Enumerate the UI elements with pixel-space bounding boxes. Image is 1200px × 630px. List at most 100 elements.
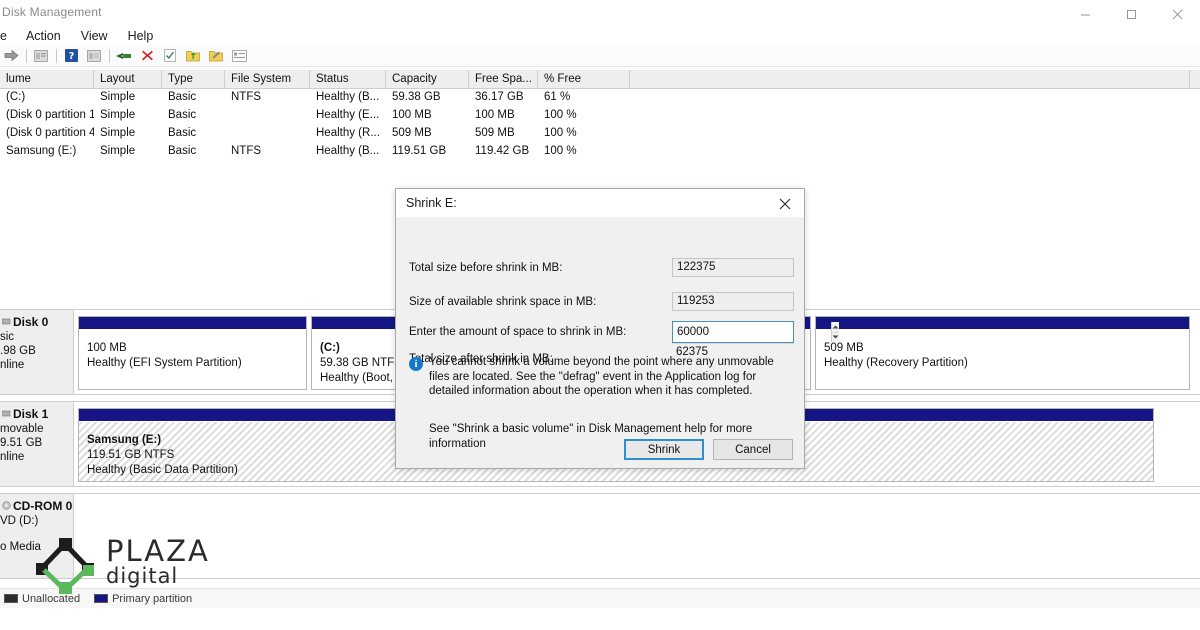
toolbar: ? bbox=[0, 45, 1200, 67]
column-header-layout[interactable]: Layout bbox=[94, 70, 162, 89]
forward-arrow-icon[interactable] bbox=[0, 46, 22, 66]
connect-icon[interactable] bbox=[113, 46, 135, 66]
value-available-shrink-space: 119253 bbox=[672, 292, 794, 311]
partition-bar bbox=[79, 317, 306, 330]
stepper-down-icon[interactable] bbox=[832, 333, 839, 343]
partition-text-recovery: 509 MB Healthy (Recovery Partition) bbox=[816, 330, 1189, 371]
dialog-close-icon[interactable] bbox=[766, 189, 804, 218]
cell-volume: Samsung (E:) bbox=[6, 145, 77, 157]
cell-file-system bbox=[225, 125, 310, 143]
properties-icon[interactable] bbox=[83, 46, 105, 66]
cell-free-space: 509 MB bbox=[475, 127, 515, 139]
menu-help[interactable]: Help bbox=[118, 26, 164, 46]
separator bbox=[26, 48, 27, 63]
column-header-type[interactable]: Type bbox=[162, 70, 225, 89]
minimize-button[interactable] bbox=[1062, 0, 1108, 28]
menu-view[interactable]: View bbox=[71, 26, 118, 46]
column-header-spacer bbox=[630, 70, 1190, 89]
column-header-free-space[interactable]: Free Spa... bbox=[469, 70, 538, 89]
export-folder-icon[interactable] bbox=[205, 46, 227, 66]
field-available-shrink-space: Size of available shrink space in MB: 11… bbox=[396, 292, 806, 314]
table-row[interactable]: (Disk 0 partition 1) Simple Basic Health… bbox=[0, 107, 1200, 125]
partition-bar bbox=[816, 317, 1189, 330]
partition-size-efi: 100 MB bbox=[87, 342, 127, 354]
cell-percent-free: 100 % bbox=[544, 127, 577, 139]
label-shrink-amount: Enter the amount of space to shrink in M… bbox=[409, 326, 627, 338]
stepper-up-icon[interactable] bbox=[832, 322, 839, 333]
disk-label-1: Disk 1 bbox=[0, 407, 73, 421]
cell-free-space: 100 MB bbox=[475, 109, 515, 121]
menu-file[interactable]: e bbox=[0, 26, 16, 46]
window-titlebar: Disk Management bbox=[0, 0, 1200, 28]
partition-size-recovery: 509 MB bbox=[824, 342, 864, 354]
separator bbox=[109, 48, 110, 63]
shrink-button[interactable]: Shrink bbox=[624, 439, 704, 460]
disk-icon bbox=[1, 315, 11, 329]
cell-status: Healthy (B... bbox=[316, 145, 380, 157]
cell-percent-free: 100 % bbox=[544, 145, 577, 157]
volume-list-rows: (C:) Simple Basic NTFS Healthy (B... 59.… bbox=[0, 89, 1200, 161]
maximize-button[interactable] bbox=[1108, 0, 1154, 28]
field-shrink-amount: Enter the amount of space to shrink in M… bbox=[396, 321, 839, 344]
field-total-size-before: Total size before shrink in MB: 122375 bbox=[396, 258, 806, 280]
cell-capacity: 509 MB bbox=[392, 127, 432, 139]
cell-status: Healthy (E... bbox=[316, 109, 380, 121]
help-icon[interactable]: ? bbox=[60, 46, 82, 66]
close-button[interactable] bbox=[1154, 0, 1200, 28]
cancel-button[interactable]: Cancel bbox=[713, 439, 793, 460]
cell-capacity: 59.38 GB bbox=[392, 91, 441, 103]
cell-percent-free: 61 % bbox=[544, 91, 571, 103]
cd-rom-icon bbox=[2, 499, 11, 513]
partition-efi[interactable]: 100 MB Healthy (EFI System Partition) bbox=[78, 316, 307, 390]
disk-label-cdrom: CD-ROM 0 bbox=[0, 499, 73, 513]
watermark-logo: PLAZA digital bbox=[32, 532, 242, 602]
partition-recovery[interactable]: 509 MB Healthy (Recovery Partition) bbox=[815, 316, 1190, 390]
checklist-icon[interactable] bbox=[159, 46, 181, 66]
cell-layout: Simple bbox=[100, 91, 136, 103]
dialog-info-text: You cannot shrink a volume beyond the po… bbox=[429, 356, 774, 397]
separator bbox=[56, 48, 57, 63]
disk-state-1: nline bbox=[0, 451, 25, 463]
disk-icon bbox=[1, 407, 11, 421]
partition-area-cdrom bbox=[74, 494, 1200, 578]
shrink-volume-dialog: Shrink E: Total size before shrink in MB… bbox=[395, 188, 839, 470]
disk-management-window: Disk Management e Action View Help ? lum… bbox=[0, 0, 1200, 630]
cell-capacity: 100 MB bbox=[392, 109, 432, 121]
table-row[interactable]: (Disk 0 partition 4) Simple Basic Health… bbox=[0, 125, 1200, 143]
show-hide-console-tree-icon[interactable] bbox=[30, 46, 52, 66]
delete-icon[interactable] bbox=[136, 46, 158, 66]
table-row[interactable]: (C:) Simple Basic NTFS Healthy (B... 59.… bbox=[0, 89, 1200, 107]
cell-free-space: 36.17 GB bbox=[475, 91, 524, 103]
list-view-icon[interactable] bbox=[228, 46, 250, 66]
column-header-volume[interactable]: lume bbox=[0, 70, 94, 89]
dialog-body: Total size before shrink in MB: 122375 S… bbox=[396, 218, 839, 470]
shrink-amount-input-wrapper[interactable] bbox=[672, 321, 839, 343]
cell-volume: (Disk 0 partition 4) bbox=[6, 127, 94, 139]
dialog-title: Shrink E: bbox=[406, 196, 457, 210]
volume-list-header: lume Layout Type File System Status Capa… bbox=[0, 70, 1200, 89]
partition-text-efi: 100 MB Healthy (EFI System Partition) bbox=[79, 330, 306, 371]
watermark-text: PLAZA digital bbox=[106, 536, 210, 587]
legend-swatch-unallocated bbox=[4, 594, 18, 603]
column-header-file-system[interactable]: File System bbox=[225, 70, 310, 89]
table-row[interactable]: Samsung (E:) Simple Basic NTFS Healthy (… bbox=[0, 143, 1200, 161]
partition-status-recovery: Healthy (Recovery Partition) bbox=[824, 357, 968, 369]
disk-name-1: Disk 1 bbox=[13, 407, 49, 421]
plaza-logo-icon bbox=[36, 538, 94, 594]
menu-action[interactable]: Action bbox=[16, 26, 71, 46]
disk-type-cdrom: VD (D:) bbox=[0, 515, 39, 527]
shrink-amount-stepper bbox=[831, 322, 839, 342]
column-header-status[interactable]: Status bbox=[310, 70, 386, 89]
shrink-amount-input[interactable] bbox=[673, 322, 831, 342]
column-header-percent-free[interactable]: % Free bbox=[538, 70, 630, 89]
column-header-capacity[interactable]: Capacity bbox=[386, 70, 469, 89]
import-folder-icon[interactable] bbox=[182, 46, 204, 66]
cell-file-system bbox=[225, 107, 310, 125]
cell-percent-free: 100 % bbox=[544, 109, 577, 121]
disk-size-0: .98 GB bbox=[0, 345, 36, 357]
cell-status: Healthy (B... bbox=[316, 91, 380, 103]
cell-type: Basic bbox=[168, 145, 197, 157]
cell-file-system: NTFS bbox=[231, 145, 262, 157]
cell-layout: Simple bbox=[100, 127, 136, 139]
volume-list: lume Layout Type File System Status Capa… bbox=[0, 70, 1200, 160]
